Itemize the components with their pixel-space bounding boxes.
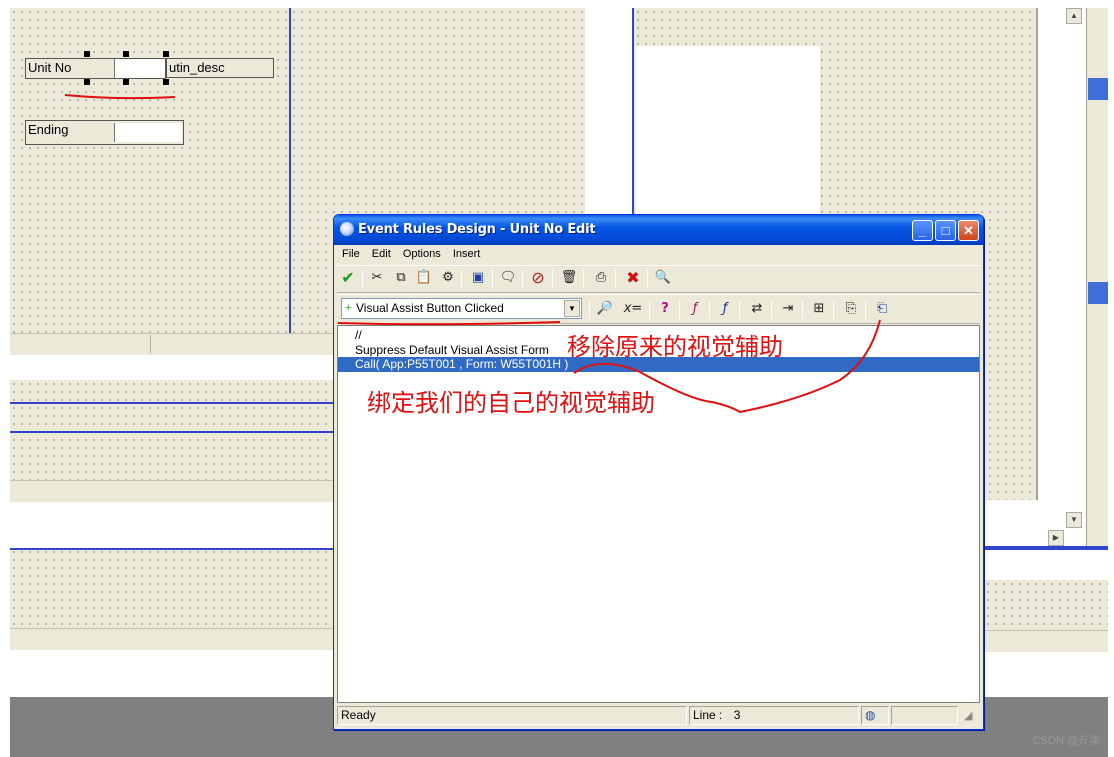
annotation-remove: 移除原来的视觉辅助 <box>567 333 783 361</box>
annotation-bind: 绑定我们的自己的视觉辅助 <box>367 389 655 417</box>
watermark: CSDN @亓柒 <box>1032 735 1100 747</box>
annotation-strokes <box>337 319 881 414</box>
desktop-canvas: Unit No utin_desc Ending ▲ ▼ ▶ Event Rul… <box>0 0 1114 757</box>
